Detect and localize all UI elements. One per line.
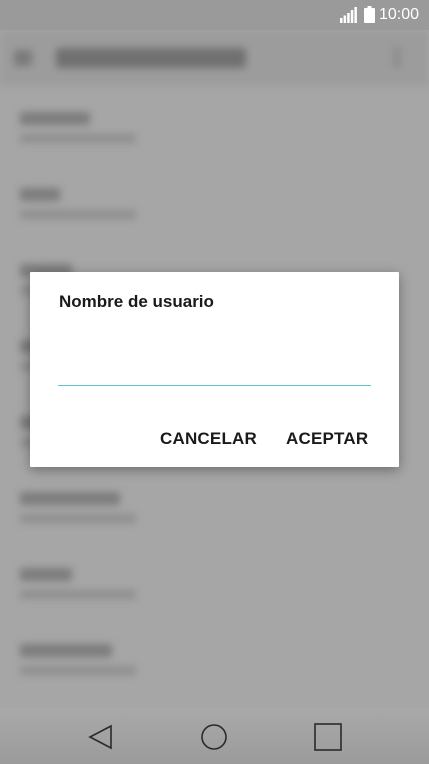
background-back-icon: [14, 50, 32, 66]
accept-button[interactable]: ACEPTAR: [286, 430, 368, 448]
username-dialog: Nombre de usuario CANCELAR ACEPTAR: [30, 272, 399, 467]
background-title: [56, 48, 246, 68]
background-list-item: [0, 94, 429, 170]
username-input[interactable]: [58, 334, 371, 386]
background-list-item: [0, 550, 429, 626]
battery-icon: [364, 6, 375, 23]
background-list-item: [0, 170, 429, 246]
recents-icon[interactable]: [313, 722, 343, 752]
background-toolbar: [0, 30, 429, 86]
back-icon[interactable]: [86, 722, 116, 752]
home-icon[interactable]: [199, 722, 229, 752]
dialog-title: Nombre de usuario: [59, 292, 214, 311]
navigation-bar: [0, 708, 429, 764]
status-bar: 10:00: [0, 0, 429, 30]
signal-icon: [340, 7, 357, 23]
status-time: 10:00: [379, 6, 420, 23]
background-menu-icon: [394, 46, 400, 68]
background-list-item: [0, 474, 429, 550]
background-list-item: [0, 626, 429, 702]
cancel-button[interactable]: CANCELAR: [160, 430, 257, 448]
